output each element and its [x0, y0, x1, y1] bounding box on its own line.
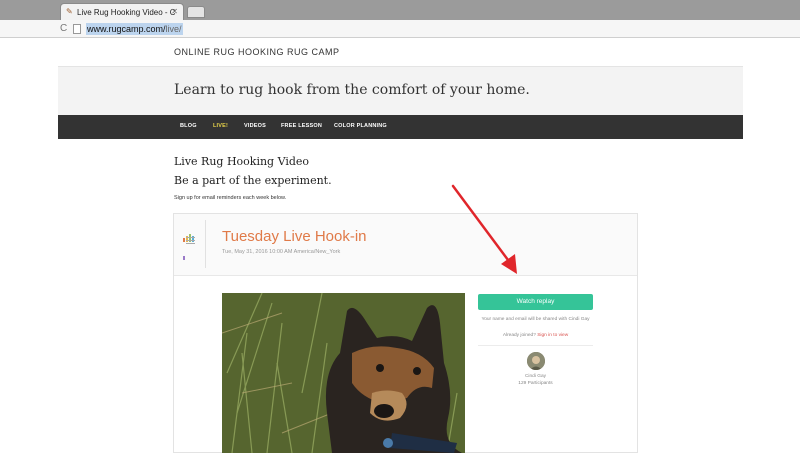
page-subheading: Be a part of the experiment.: [174, 174, 332, 187]
dog-photo: [222, 293, 465, 453]
sign-in-link[interactable]: Sign in to view: [537, 333, 568, 338]
page-icon: [73, 24, 81, 34]
signup-note: Sign up for email reminders each week be…: [174, 195, 287, 201]
header-divider: [205, 220, 206, 268]
reload-icon[interactable]: C: [60, 23, 67, 35]
nav-item-live[interactable]: LIVE!: [213, 123, 228, 129]
event-card-header: Tuesday Live Hook-in Tue, May 31, 2016 1…: [174, 214, 637, 276]
close-tab-icon[interactable]: ✕: [171, 7, 178, 16]
site-title[interactable]: ONLINE RUG HOOKING RUG CAMP: [174, 47, 340, 57]
event-card: Tuesday Live Hook-in Tue, May 31, 2016 1…: [173, 213, 638, 453]
nav-item-blog[interactable]: BLOG: [180, 123, 197, 129]
browser-tab[interactable]: ✎ Live Rug Hooking Video - C ✕: [60, 3, 184, 20]
url-text[interactable]: www.rugcamp.com/live/: [86, 23, 183, 35]
event-logo-icon: [183, 224, 197, 260]
side-divider: [478, 345, 593, 346]
hamburger-menu-icon[interactable]: [186, 237, 195, 246]
event-card-body: Watch replay Your name and email will be…: [174, 276, 637, 453]
page: ONLINE RUG HOOKING RUG CAMP Learn to rug…: [58, 38, 743, 453]
tab-title: Live Rug Hooking Video - C: [77, 8, 176, 17]
participant-count: 129 Participants: [518, 381, 553, 386]
address-bar[interactable]: C www.rugcamp.com/live/: [0, 20, 800, 38]
pencil-favicon-icon: ✎: [66, 7, 73, 16]
event-title: Tuesday Live Hook-in: [222, 228, 367, 245]
host-name: Cindi Gay: [524, 374, 547, 379]
nav-item-color-planning[interactable]: COLOR PLANNING: [334, 123, 387, 129]
watch-replay-button[interactable]: Watch replay: [478, 294, 593, 310]
main-nav: BLOG LIVE! VIDEOS FREE LESSON COLOR PLAN…: [58, 115, 743, 139]
hero-banner: Learn to rug hook from the comfort of yo…: [58, 66, 743, 115]
event-datetime: Tue, May 31, 2016 10:00 AM America/New_Y…: [222, 249, 341, 255]
new-tab-button[interactable]: [187, 6, 205, 18]
nav-item-free-lesson[interactable]: FREE LESSON: [281, 123, 322, 129]
host-avatar: [527, 352, 545, 370]
browser-tab-bar: ✎ Live Rug Hooking Video - C ✕: [0, 0, 800, 20]
red-annotation-arrow: [451, 184, 517, 274]
nav-item-videos[interactable]: VIDEOS: [244, 123, 266, 129]
tagline: Learn to rug hook from the comfort of yo…: [174, 82, 530, 98]
page-heading: Live Rug Hooking Video: [174, 155, 310, 168]
share-note: Your name and email will be shared with …: [481, 317, 590, 322]
already-joined-line: Already joined? Sign in to view: [502, 333, 569, 338]
